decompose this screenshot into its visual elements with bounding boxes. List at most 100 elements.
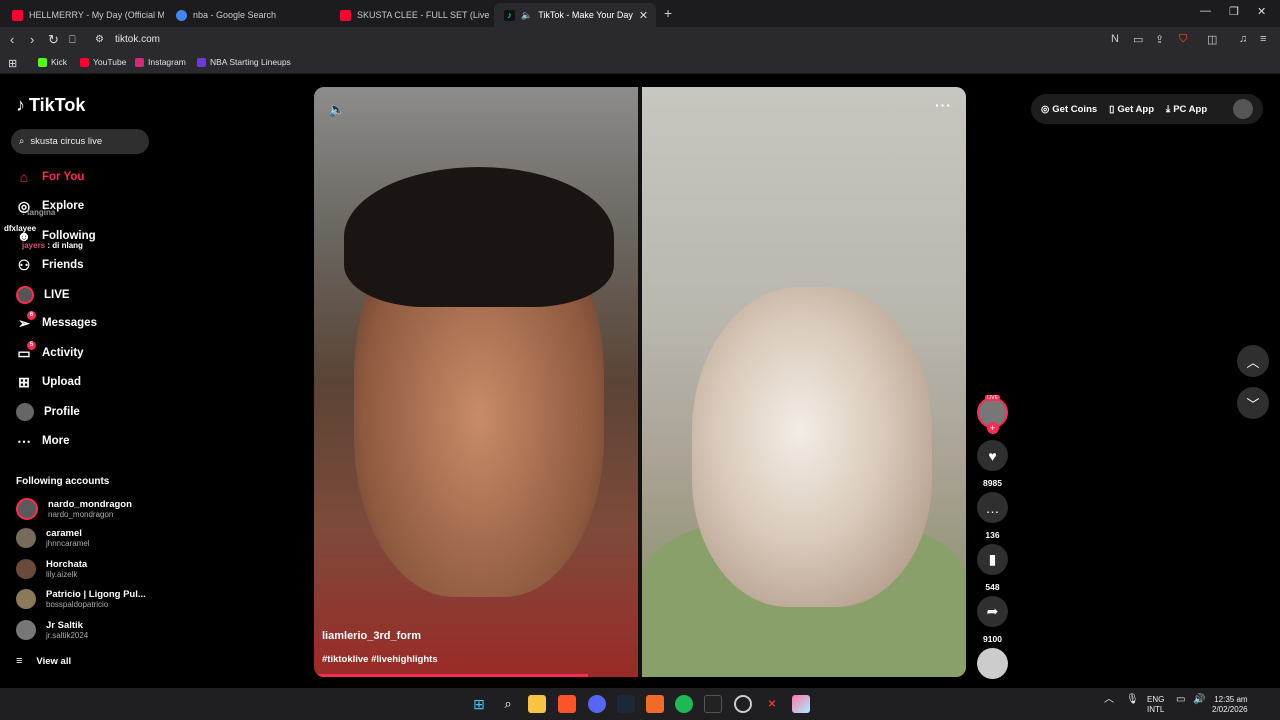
bookmark-item[interactable]: Instagram <box>135 57 186 67</box>
follow-plus-icon[interactable]: + <box>986 422 999 434</box>
site-settings-icon[interactable]: ⚙ <box>95 34 104 45</box>
media-icon[interactable]: ♫ <box>1239 33 1247 45</box>
chat-overlay-line: dfxlayee <box>4 224 36 233</box>
x-app-icon[interactable]: ✕ <box>763 695 781 713</box>
video-left-stream <box>314 87 638 677</box>
close-tab-icon[interactable]: ✕ <box>639 9 648 22</box>
more-options-icon[interactable]: ··· <box>935 97 952 113</box>
language-indicator[interactable]: ENG INTL <box>1147 695 1164 715</box>
bookmark-item[interactable]: YouTube <box>80 57 126 67</box>
bookmark-item[interactable]: NBA Starting Lineups <box>197 57 291 67</box>
video-username[interactable]: liamlerio_3rd_form <box>322 630 421 642</box>
share-button[interactable]: ➦ 9100 <box>977 596 1008 644</box>
browser-tab[interactable]: HELLMERRY - My Day (Official Music <box>2 3 164 27</box>
nav-upload[interactable]: ⊞ Upload <box>16 374 81 390</box>
github-icon[interactable] <box>734 695 752 713</box>
previous-video-button[interactable]: ︿ <box>1237 345 1269 377</box>
cast-icon[interactable]: ▭ <box>1133 33 1143 46</box>
following-account[interactable]: caramel jhnncaramel <box>16 528 90 548</box>
search-icon[interactable]: ⌕ <box>499 695 517 713</box>
pc-app-button[interactable]: ⤓ PC App <box>1166 104 1207 115</box>
activity-badge: 5 <box>27 341 36 350</box>
following-account[interactable]: Jr Saltik jr.saltik2024 <box>16 620 88 640</box>
browser-tab[interactable]: SKUSTA CLEE - FULL SET (Live Perfor <box>330 3 492 27</box>
comment-icon: … <box>977 492 1008 523</box>
brave-shields-icon[interactable]: ⛉ <box>1179 33 1187 46</box>
instagram-icon <box>135 57 144 67</box>
back-button[interactable]: ‹ <box>10 32 14 47</box>
bookmark-label: Kick <box>51 57 68 67</box>
video-player[interactable]: 🔈 ··· liamlerio_3rd_form #tiktoklive #li… <box>314 87 966 677</box>
windows-start-icon[interactable]: ⊞ <box>470 695 488 713</box>
discord-icon[interactable] <box>588 695 606 713</box>
file-explorer-icon[interactable] <box>528 695 546 713</box>
nav-more[interactable]: ⋯ More <box>16 433 69 449</box>
bookmark-label: NBA Starting Lineups <box>210 57 291 67</box>
share-icon[interactable]: ⇪ <box>1155 33 1164 46</box>
nav-for-you[interactable]: ⌂ For You <box>16 169 85 185</box>
nav-label: Activity <box>42 347 84 359</box>
url-field[interactable]: tiktok.com <box>115 34 160 45</box>
video-progress-bar[interactable] <box>318 674 589 677</box>
coin-icon: ◎ <box>1041 103 1050 115</box>
save-button[interactable]: ▮ 548 <box>977 544 1008 592</box>
following-account[interactable]: Horchata lily.aizelk <box>16 559 87 579</box>
clock[interactable]: 12:35 am 2/02/2026 <box>1212 695 1248 715</box>
nav-messages[interactable]: ➢ 6 Messages <box>16 311 97 331</box>
nav-activity[interactable]: ▭ 5 Activity <box>16 341 84 361</box>
nav-label: LIVE <box>44 289 70 301</box>
brave-browser-icon[interactable] <box>558 695 576 713</box>
menu-icon[interactable]: ≡ <box>1260 33 1266 45</box>
live-avatar-button[interactable]: LIVE + <box>977 395 1008 434</box>
microphone-icon[interactable]: 🎙 <box>1126 695 1139 705</box>
google-icon <box>176 9 187 21</box>
user-avatar[interactable] <box>1233 99 1253 119</box>
tab-title: TikTok - Make Your Day <box>538 10 633 20</box>
apps-grid-icon[interactable]: ⊞ <box>8 57 17 70</box>
close-window-button[interactable]: ✕ <box>1257 5 1266 18</box>
following-account[interactable]: Patricio | Ligong Pul... bosspaldopatrici… <box>16 589 146 609</box>
forward-button[interactable]: › <box>30 32 34 47</box>
new-tab-button[interactable]: + <box>664 5 672 21</box>
video-hashtags[interactable]: #tiktoklive #livehighlights <box>322 654 438 665</box>
minimize-button[interactable]: — <box>1200 5 1211 17</box>
bookmark-icon[interactable]: ⎕ <box>69 34 76 47</box>
nav-live[interactable]: LIVE <box>16 286 70 304</box>
volume-icon[interactable]: 🔈 <box>328 101 345 118</box>
browser-tab[interactable]: nba - Google Search <box>166 3 328 27</box>
photos-icon[interactable] <box>792 695 810 713</box>
youtube-icon <box>80 57 89 67</box>
next-video-button[interactable]: ﹀ <box>1237 387 1269 419</box>
like-button[interactable]: ♥ 8985 <box>977 440 1008 488</box>
translate-icon[interactable]: N <box>1111 33 1119 45</box>
account-handle: jr.saltik2024 <box>46 631 89 640</box>
account-handle: jhnncaramel <box>46 539 90 548</box>
top-right-actions: ◎ Get Coins ▯ Get App ⤓ PC App <box>1031 94 1263 124</box>
nav-friends[interactable]: ⚇ Friends <box>16 257 84 273</box>
search-value: skusta circus live <box>30 136 103 147</box>
maximize-button[interactable]: ❐ <box>1229 5 1239 18</box>
tray-overflow-icon[interactable]: ︿ <box>1104 695 1114 705</box>
more-icon: ⋯ <box>17 432 31 449</box>
search-input[interactable]: ⌕ skusta circus live <box>11 129 149 154</box>
messages-icon: ➢ 6 <box>16 311 36 331</box>
network-icon[interactable]: ▭ <box>1176 695 1185 705</box>
view-all-link[interactable]: ≡ View all <box>16 655 71 667</box>
get-app-button[interactable]: ▯ Get App <box>1109 104 1154 115</box>
reload-button[interactable]: ↻ <box>48 32 59 48</box>
sidebar-icon[interactable]: ◫ <box>1207 33 1217 46</box>
get-coins-button[interactable]: ◎ Get Coins <box>1041 104 1097 115</box>
account-name: Patricio | Ligong Pul... <box>46 589 146 600</box>
browser-tab-active[interactable]: ♪ 🔈 TikTok - Make Your Day ✕ <box>494 3 656 27</box>
tiktok-logo[interactable]: ♪ TikTok <box>16 95 85 116</box>
volume-icon[interactable]: 🔊 <box>1193 695 1205 705</box>
nav-profile[interactable]: Profile <box>16 403 80 421</box>
terminal-icon[interactable] <box>704 695 722 713</box>
bookmark-item[interactable]: Kick <box>38 57 67 67</box>
spotify-icon[interactable] <box>675 695 693 713</box>
following-account[interactable]: nardo_mondragon nardo_mondragon <box>16 498 132 520</box>
app-icon[interactable] <box>646 695 664 713</box>
music-disc[interactable] <box>977 648 1008 679</box>
steam-icon[interactable] <box>617 695 635 713</box>
comment-button[interactable]: … 136 <box>977 492 1008 540</box>
